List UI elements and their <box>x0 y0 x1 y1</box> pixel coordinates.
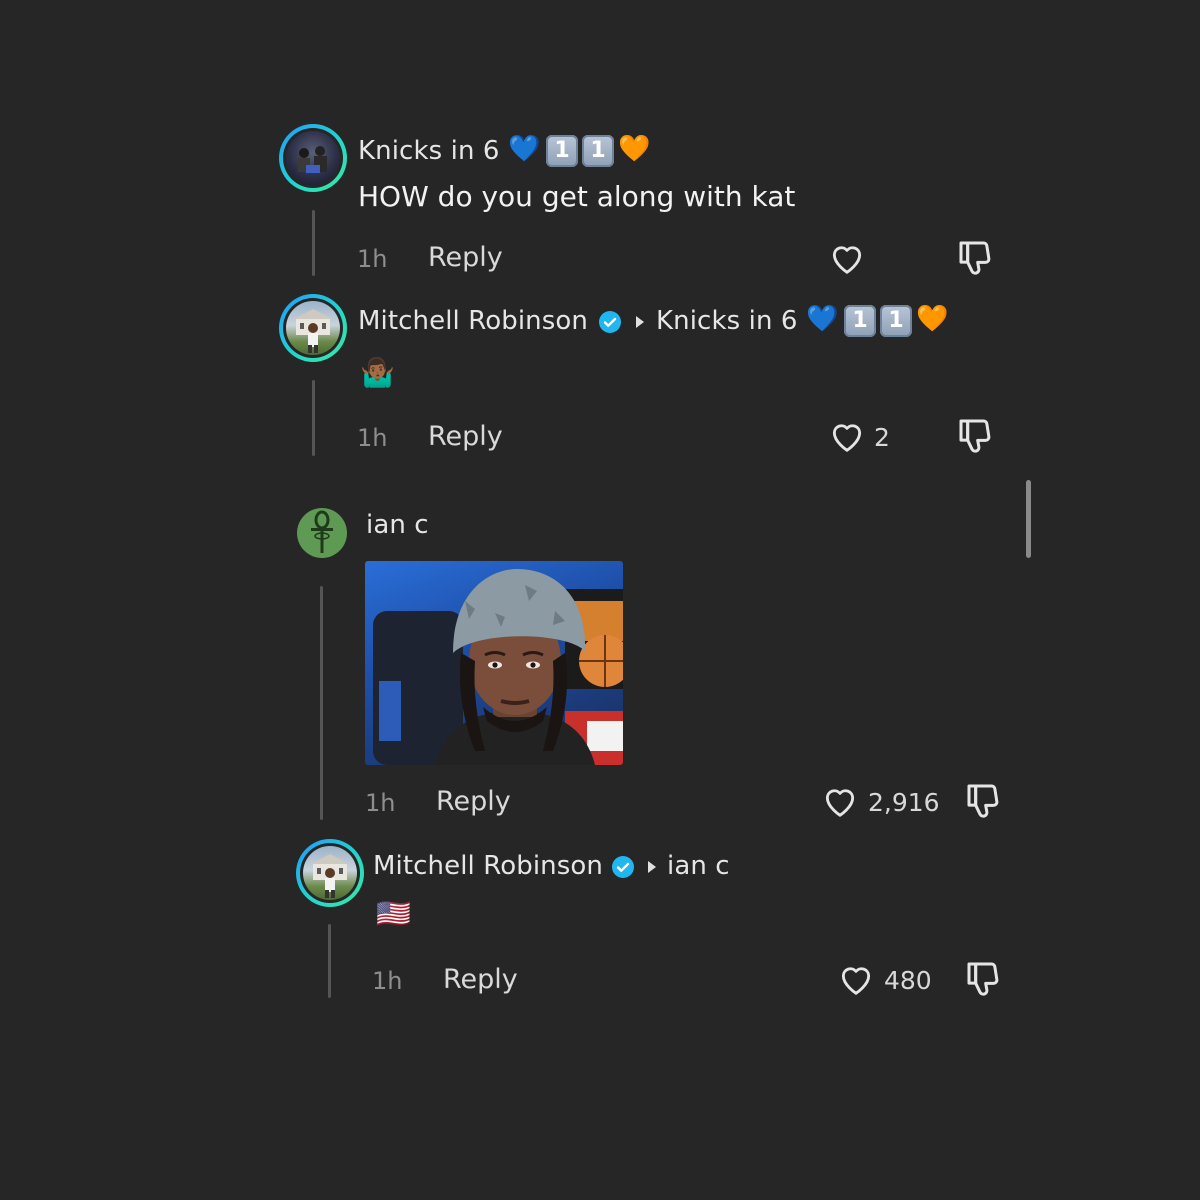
comment-image[interactable] <box>365 561 623 765</box>
reply-button[interactable]: Reply <box>428 421 503 452</box>
comment-author[interactable]: Mitchell Robinson <box>373 851 603 881</box>
heart-icon[interactable] <box>837 961 875 997</box>
comment-author[interactable]: Knicks in 6 <box>358 136 500 166</box>
scrollbar[interactable] <box>1026 480 1031 558</box>
like-count: 2,916 <box>868 788 940 817</box>
comment-time: 1h <box>365 789 396 817</box>
reply-button[interactable]: Reply <box>436 786 511 817</box>
orange-heart-icon: 🧡 <box>916 304 949 334</box>
reply-arrow-icon <box>636 316 644 328</box>
heart-icon[interactable] <box>828 418 866 454</box>
dislike-icon[interactable] <box>956 238 996 278</box>
ankh-icon <box>311 510 333 553</box>
reply-button[interactable]: Reply <box>428 242 503 273</box>
like-count: 2 <box>874 423 890 452</box>
comment-text: HOW do you get along with kat <box>358 180 796 213</box>
reply-to-name[interactable]: Knicks in 6 <box>656 306 798 336</box>
keycap-1-icon: 1 <box>582 135 614 167</box>
dislike-icon[interactable] <box>964 959 1004 999</box>
avatar[interactable] <box>286 301 340 355</box>
reply-to-name[interactable]: ian c <box>667 851 730 881</box>
reply-arrow-icon <box>648 861 656 873</box>
comment-author[interactable]: ian c <box>366 510 429 540</box>
keycap-1-icon: 1 <box>546 135 578 167</box>
heart-icon[interactable] <box>828 240 866 276</box>
dislike-icon[interactable] <box>956 416 996 456</box>
reply-button[interactable]: Reply <box>443 964 518 995</box>
person-shrugging-icon: 🤷🏾‍♂️ <box>360 356 395 389</box>
verified-badge-icon <box>599 311 621 333</box>
avatar[interactable] <box>286 131 340 185</box>
heart-icon[interactable] <box>821 783 859 819</box>
us-flag-icon: 🇺🇸 <box>376 897 411 930</box>
orange-heart-icon: 🧡 <box>618 134 651 164</box>
comment-author[interactable]: Mitchell Robinson <box>358 306 588 336</box>
comment-time: 1h <box>357 245 388 273</box>
keycap-1-icon: 1 <box>880 305 912 337</box>
dislike-icon[interactable] <box>964 781 1004 821</box>
comment-time: 1h <box>372 967 403 995</box>
verified-badge-icon <box>612 856 634 878</box>
keycap-1-icon: 1 <box>844 305 876 337</box>
blue-heart-icon: 💙 <box>508 134 541 164</box>
avatar[interactable] <box>297 508 347 558</box>
like-count: 480 <box>884 966 932 995</box>
comment-time: 1h <box>357 424 388 452</box>
avatar[interactable] <box>303 846 357 900</box>
blue-heart-icon: 💙 <box>806 304 839 334</box>
